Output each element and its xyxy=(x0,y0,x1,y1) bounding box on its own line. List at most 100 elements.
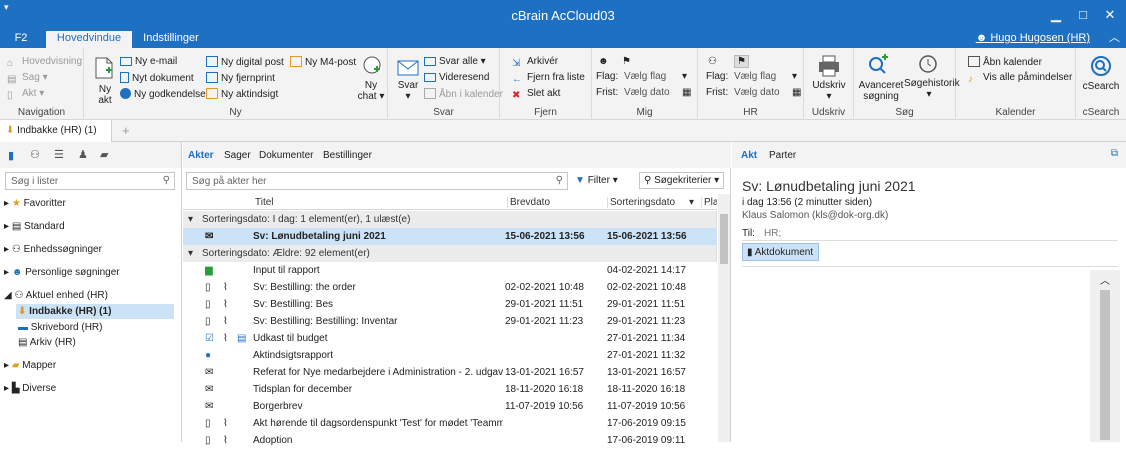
table-row[interactable]: ● Aktindsigtsrapport 27-01-2021 11:32 xyxy=(183,347,717,364)
nav-akt[interactable]: ▯ Akt ▾ xyxy=(7,88,44,101)
mig-frist-date[interactable]: Vælg dato xyxy=(624,87,670,98)
table-row[interactable]: ☑ ⌇ ▤ Udkast til budget 27-01-2021 11:34 xyxy=(183,330,717,347)
list-icon[interactable]: ☰ xyxy=(54,148,64,161)
org-icon[interactable]: ⚇ xyxy=(30,148,40,161)
reply-icon[interactable] xyxy=(396,56,420,80)
arkiver-button[interactable]: ⇲ Arkivér xyxy=(512,56,558,69)
calendar-icon[interactable]: ▦ xyxy=(682,87,691,98)
table-row[interactable]: ▯ ⌇ Adoption 17-06-2019 09:11 xyxy=(183,432,717,449)
close-icon[interactable]: ✕ xyxy=(1101,6,1119,24)
filter-button[interactable]: ▼ Filter ▾ xyxy=(575,175,618,186)
udskriv-button[interactable]: Udskriv ▾ xyxy=(808,80,850,102)
chevron-down-icon[interactable]: ▾ xyxy=(682,71,687,82)
table-row[interactable]: ✉ Borgerbrev 11-07-2019 10:56 11-07-2019 10… xyxy=(183,398,717,415)
videresend-button[interactable]: Videresend xyxy=(424,72,489,83)
tab-dokumenter[interactable]: Dokumenter xyxy=(259,150,313,161)
hr-flag-icon[interactable]: ⚑ xyxy=(734,55,749,68)
ny-godkendelse-button[interactable]: Ny godkendelse xyxy=(120,88,206,100)
ny-digital-post-button[interactable]: Ny digital post xyxy=(206,56,284,68)
slet-akt-button[interactable]: ✖ Slet akt xyxy=(512,88,560,101)
vis-alle-paamindelser-button[interactable]: ♪ Vis alle påmindelser xyxy=(968,72,1072,85)
tree-item-enhedssoegninger[interactable]: ▸ ⚇ Enhedssøgninger xyxy=(4,244,102,255)
table-row[interactable]: ✉ Referat for Nye medarbejdere i Administ… xyxy=(183,364,717,381)
table-row[interactable]: ✉ Sv: Lønudbetaling juni 2021 15-06-2021 1… xyxy=(183,228,717,245)
folder-icon[interactable]: ▰ xyxy=(100,148,108,161)
tab-sager[interactable]: Sager xyxy=(224,150,251,161)
scrollbar-thumb[interactable] xyxy=(720,214,728,264)
csearch-icon[interactable] xyxy=(1089,54,1113,78)
group-header[interactable]: ▾ Sorteringsdato: Ældre: 92 element(er) xyxy=(183,245,717,262)
svar-alle-button[interactable]: Svar alle ▾ xyxy=(424,56,486,67)
attachment-aktdokument[interactable]: ▮ Aktdokument xyxy=(742,243,819,261)
tab-parter[interactable]: Parter xyxy=(769,150,796,161)
column-titel[interactable]: Titel xyxy=(255,197,274,208)
scroll-up-icon[interactable]: ︿ xyxy=(1100,272,1110,287)
tree-item-diverse[interactable]: ▸ ▙ Diverse xyxy=(4,383,56,394)
document-icon[interactable]: ▮ xyxy=(8,149,14,162)
table-row[interactable]: ▯ ⌇ Sv: Bestilling: the order 02-02-2021 10… xyxy=(183,279,717,296)
ny-aktindsigt-button[interactable]: Ny aktindsigt xyxy=(206,88,278,100)
tree-item-standard[interactable]: ▸ ▤ Standard xyxy=(4,221,65,232)
column-sorteringsdato[interactable]: Sorteringsdato xyxy=(607,197,675,208)
soegekriterier-button[interactable]: ⚲ Søgekriterier ▾ xyxy=(639,172,725,189)
tab-akt[interactable]: Akt xyxy=(741,150,757,161)
mig-flag-select[interactable]: Vælg flag xyxy=(624,71,666,82)
aabn-kalender-button[interactable]: Åbn kalender xyxy=(968,56,1042,68)
maximize-icon[interactable]: □ xyxy=(1074,6,1092,24)
tab-hovedvindue[interactable]: Hovedvindue xyxy=(46,31,132,48)
history-icon[interactable] xyxy=(916,52,940,76)
table-row[interactable]: ▯ ⌇ Sv: Bestilling: Bes 29-01-2021 11:51 29-… xyxy=(183,296,717,313)
hr-frist-date[interactable]: Vælg dato xyxy=(734,87,780,98)
table-row[interactable]: ▯ ⌇ Sv: Bestilling: Bestilling: Inventar 29… xyxy=(183,313,717,330)
tab-bestillinger[interactable]: Bestillinger xyxy=(323,150,372,161)
table-row[interactable]: ✉ Tidsplan for december 18-11-2020 16:18 18… xyxy=(183,381,717,398)
tree-item-aktuel-enhed[interactable]: ◢ ⚇ Aktuel enhed (HR) xyxy=(4,290,108,301)
soegehistorik-button[interactable]: Søgehistorik ▾ xyxy=(904,78,960,100)
aabn-kalender-button[interactable]: Åbn i kalender xyxy=(424,88,503,100)
tree-item-mapper[interactable]: ▸ ▰ Mapper xyxy=(4,360,56,371)
group-header[interactable]: ▾ Sorteringsdato: I dag: 1 element(er), 1… xyxy=(183,211,717,228)
ny-m4-post-button[interactable]: Ny M4-post xyxy=(290,56,356,68)
hr-flag-select[interactable]: Vælg flag xyxy=(734,71,776,82)
csearch-button[interactable]: cSearch xyxy=(1080,81,1122,92)
tree-item-arkiv[interactable]: ▤ Arkiv (HR) xyxy=(18,337,76,348)
scrollbar-thumb[interactable] xyxy=(1100,290,1110,440)
calendar-icon[interactable]: ▦ xyxy=(792,87,801,98)
people-icon[interactable]: ♟ xyxy=(78,148,88,161)
user-link[interactable]: ☻ Hugo Hugosen (HR) xyxy=(976,31,1090,46)
tree-item-personlige-soegninger[interactable]: ▸ ☻ Personlige søgninger xyxy=(4,267,120,278)
nav-sag[interactable]: ▤ Sag ▾ xyxy=(7,72,48,85)
svar-button[interactable]: Svar ▾ xyxy=(396,80,420,102)
chevron-down-icon[interactable]: ▾ xyxy=(792,71,797,82)
ny-fjernprint-button[interactable]: Ny fjernprint xyxy=(206,72,275,84)
vertical-scrollbar[interactable] xyxy=(718,194,730,442)
tab-indbakke[interactable]: ⬇ Indbakke (HR) (1) xyxy=(0,120,112,142)
tab-indstillinger[interactable]: Indstillinger xyxy=(138,31,204,48)
preview-scrollbar[interactable]: ︿ xyxy=(1090,270,1120,442)
column-brevdato[interactable]: Brevdato xyxy=(507,197,550,208)
tab-akter[interactable]: Akter xyxy=(188,150,214,161)
nav-hovedvisning[interactable]: ⌂ Hovedvisning xyxy=(7,56,82,69)
list-search-input[interactable]: Søg i lister ⚲ xyxy=(5,172,175,190)
new-document-icon[interactable] xyxy=(92,56,116,80)
akter-search-input[interactable]: Søg på akter her ⚲ xyxy=(186,172,568,190)
tree-item-indbakke[interactable]: ⬇ Indbakke (HR) (1) xyxy=(16,304,174,319)
table-row[interactable]: ▆ Input til rapport 04-02-2021 14:17 xyxy=(183,262,717,279)
popout-icon[interactable]: ⧉ xyxy=(1111,148,1118,159)
chat-icon[interactable] xyxy=(360,54,384,78)
column-pla[interactable]: Pla xyxy=(701,197,717,208)
fjern-fra-liste-button[interactable]: ← Fjern fra liste xyxy=(512,72,585,85)
tree-item-favoritter[interactable]: ▸ ★ Favoritter xyxy=(4,198,66,209)
tree-item-skrivebord[interactable]: ▬ Skrivebord (HR) xyxy=(18,322,102,333)
ny-akt-button[interactable]: Ny akt xyxy=(94,84,116,106)
avanceret-soegning-button[interactable]: Avanceret søgning xyxy=(858,80,904,102)
tab-f2[interactable]: F2 xyxy=(6,31,36,48)
ny-chat-button[interactable]: Ny chat ▾ xyxy=(356,80,386,102)
ny-email-button[interactable]: Ny e-mail xyxy=(120,56,177,67)
collapse-ribbon-icon[interactable]: ︿ xyxy=(1109,31,1120,46)
nyt-dokument-button[interactable]: Nyt dokument xyxy=(120,72,194,84)
printer-icon[interactable] xyxy=(817,54,841,78)
add-tab-icon[interactable]: + xyxy=(122,123,130,138)
minimize-icon[interactable]: ▁ xyxy=(1047,6,1065,24)
table-row[interactable]: ▯ ⌇ Akt hørende til dagsordenspunkt 'Test'… xyxy=(183,415,717,432)
